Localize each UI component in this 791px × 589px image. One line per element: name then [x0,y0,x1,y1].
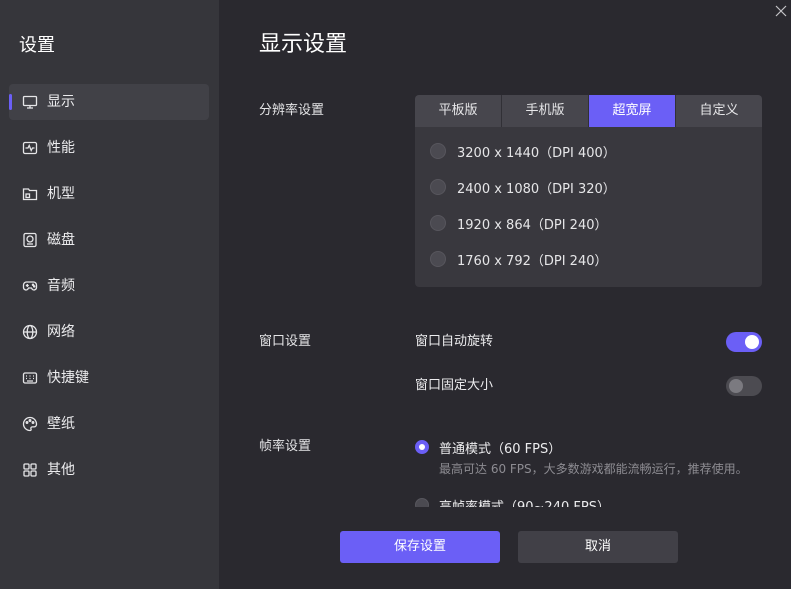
sidebar-item-label: 机型 [47,186,75,202]
fixed-size-row: 窗口固定大小 [415,375,762,397]
resolution-radio[interactable] [430,251,446,267]
resolution-radio[interactable] [430,179,446,195]
sidebar-item-label: 壁纸 [47,416,75,432]
gamepad-icon [22,278,38,294]
frame-rate-option[interactable]: 高帧率模式（90~240 FPS） [415,495,610,507]
grid-icon [22,462,38,478]
sidebar-item-label: 其他 [47,462,75,478]
save-button[interactable]: 保存设置 [340,531,500,563]
sidebar-item-label: 磁盘 [47,232,75,248]
frame-rate-radio[interactable] [415,498,429,507]
resolution-option-label: 1920 x 864（DPI 240） [457,217,608,233]
sidebar-item-disk[interactable]: 磁盘 [9,222,209,258]
toggle-knob [745,335,759,349]
resolution-option[interactable]: 2400 x 1080（DPI 320） [415,169,762,205]
resolution-radio[interactable] [430,215,446,231]
sidebar-item-label: 性能 [47,140,75,156]
sidebar-item-label: 快捷键 [47,370,89,386]
resolution-option-label: 1760 x 792（DPI 240） [457,253,608,269]
resolution-option[interactable]: 1760 x 792（DPI 240） [415,241,762,277]
fixed-size-label: 窗口固定大小 [415,378,494,393]
resolution-option[interactable]: 1920 x 864（DPI 240） [415,205,762,241]
sidebar: 设置 显示 性能 机型 磁盘 音频 网络 快捷键 壁纸 其他 [0,0,219,589]
sidebar-item-label: 显示 [47,94,75,110]
frame-rate-section-label: 帧率设置 [259,439,312,454]
sidebar-item-shortcuts[interactable]: 快捷键 [9,360,209,396]
disk-icon [22,232,38,248]
cancel-button[interactable]: 取消 [518,531,678,563]
resolution-section-label: 分辨率设置 [259,103,325,118]
sidebar-item-wallpaper[interactable]: 壁纸 [9,406,209,442]
sidebar-title: 设置 [19,35,55,56]
sidebar-item-other[interactable]: 其他 [9,452,209,488]
auto-rotate-label: 窗口自动旋转 [415,334,494,349]
frame-rate-option-label: 普通模式（60 FPS） [439,441,562,457]
tab-ultrawide[interactable]: 超宽屏 [589,95,675,127]
sidebar-item-performance[interactable]: 性能 [9,130,209,166]
resolution-option-label: 3200 x 1440（DPI 400） [457,145,616,161]
sidebar-item-network[interactable]: 网络 [9,314,209,350]
sidebar-item-display[interactable]: 显示 [9,84,209,120]
page-title: 显示设置 [259,32,348,57]
resolution-radio[interactable] [430,143,446,159]
window-section-label: 窗口设置 [259,334,312,349]
resolution-options-panel: 3200 x 1440（DPI 400） 2400 x 1080（DPI 320… [415,127,762,287]
resolution-option[interactable]: 3200 x 1440（DPI 400） [415,133,762,169]
palette-icon [22,416,38,432]
sidebar-nav: 显示 性能 机型 磁盘 音频 网络 快捷键 壁纸 其他 [9,84,209,498]
tab-phone[interactable]: 手机版 [502,95,588,127]
monitor-icon [22,94,38,110]
auto-rotate-toggle[interactable] [726,332,762,352]
toggle-knob [729,379,743,393]
tab-custom[interactable]: 自定义 [676,95,762,127]
frame-rate-option-label: 高帧率模式（90~240 FPS） [439,499,610,508]
globe-icon [22,324,38,340]
resolution-tabs: 平板版 手机版 超宽屏 自定义 [415,95,762,127]
frame-rate-radio[interactable] [415,440,429,454]
sidebar-item-label: 网络 [47,324,75,340]
main-panel: 显示设置 分辨率设置 平板版 手机版 超宽屏 自定义 3200 x 1440（D… [219,0,791,589]
sidebar-item-label: 音频 [47,278,75,294]
device-model-icon [22,186,38,202]
sidebar-item-audio[interactable]: 音频 [9,268,209,304]
sidebar-item-model[interactable]: 机型 [9,176,209,212]
frame-rate-option[interactable]: 普通模式（60 FPS） [415,437,561,457]
fixed-size-toggle[interactable] [726,376,762,396]
auto-rotate-row: 窗口自动旋转 [415,331,762,353]
pulse-icon [22,140,38,156]
resolution-option-label: 2400 x 1080（DPI 320） [457,181,616,197]
settings-scroll-area[interactable]: 显示设置 分辨率设置 平板版 手机版 超宽屏 自定义 3200 x 1440（D… [219,0,791,507]
keyboard-icon [22,370,38,386]
frame-rate-option-description: 最高可达 60 FPS，大多数游戏都能流畅运行，推荐使用。 [439,462,748,476]
tab-tablet[interactable]: 平板版 [415,95,501,127]
